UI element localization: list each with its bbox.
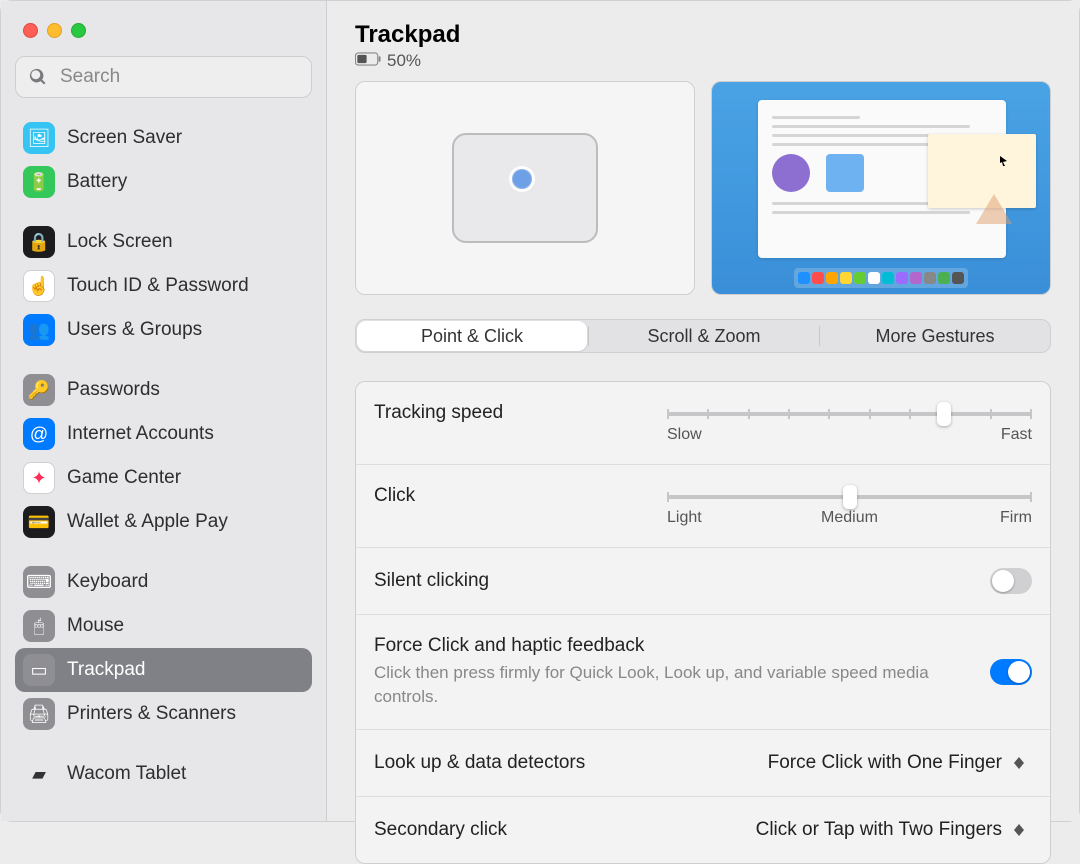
main-content: Trackpad 50% [327, 1, 1079, 821]
sidebar: 🖼 Screen Saver 🔋 Battery 🔒 Lock Screen ☝ Touch … [1, 1, 327, 821]
battery-status: 50% [355, 51, 1079, 71]
silent-clicking-toggle[interactable] [990, 568, 1032, 594]
close-window-button[interactable] [23, 23, 38, 38]
look-up-select[interactable]: Force Click with One Finger [764, 750, 1032, 776]
slider-medium-label: Medium [821, 509, 878, 527]
sidebar-item-label: Mouse [67, 615, 124, 637]
sidebar-item-wallet-apple-pay[interactable]: 💳 Wallet & Apple Pay [15, 500, 312, 544]
sidebar-item-label: Touch ID & Password [67, 275, 249, 297]
force-click-toggle[interactable] [990, 659, 1032, 685]
slider-max-label: Fast [1001, 426, 1032, 444]
sidebar-item-passwords[interactable]: 🔑 Passwords [15, 368, 312, 412]
sidebar-icon: 👥 [23, 314, 55, 346]
sidebar-item-label: Wacom Tablet [67, 763, 186, 785]
click-slider[interactable]: Light Medium Firm [667, 485, 1032, 527]
sidebar-icon: ☝ [23, 270, 55, 302]
sidebar-item-game-center[interactable]: ✦ Game Center [15, 456, 312, 500]
chevron-updown-icon [1010, 820, 1028, 840]
slider-min-label: Slow [667, 426, 702, 444]
sidebar-item-label: Battery [67, 171, 127, 193]
sidebar-icon: 🔑 [23, 374, 55, 406]
row-force-click: Force Click and haptic feedback Click th… [356, 615, 1050, 730]
sidebar-item-label: Game Center [67, 467, 181, 489]
sidebar-item-label: Internet Accounts [67, 423, 214, 445]
row-tracking-speed: Tracking speed Slow Fast [356, 382, 1050, 465]
row-click: Click Light Medium Firm [356, 465, 1050, 548]
sidebar-item-touch-id-password[interactable]: ☝ Touch ID & Password [15, 264, 312, 308]
page-title: Trackpad [355, 21, 1079, 49]
sidebar-nav: 🖼 Screen Saver 🔋 Battery 🔒 Lock Screen ☝ Touch … [1, 110, 326, 790]
sidebar-icon: 🖱 [23, 610, 55, 642]
sidebar-icon: 🔋 [23, 166, 55, 198]
sidebar-item-label: Trackpad [67, 659, 146, 681]
search-icon [29, 68, 47, 86]
sidebar-item-keyboard[interactable]: ⌨ Keyboard [15, 560, 312, 604]
cursor-icon [1000, 156, 1008, 166]
search-field[interactable] [15, 56, 312, 98]
sidebar-icon: 🖨 [23, 698, 55, 730]
click-label: Click [374, 485, 415, 507]
sidebar-item-wacom-tablet[interactable]: ▰ Wacom Tablet [15, 752, 312, 790]
trackpad-outline [452, 133, 598, 243]
sidebar-icon: @ [23, 418, 55, 450]
look-up-value: Force Click with One Finger [768, 752, 1002, 774]
search-input[interactable] [15, 56, 312, 98]
tab-more-gestures[interactable]: More Gestures [820, 320, 1050, 352]
tab-group: Point & ClickScroll & ZoomMore Gestures [355, 319, 1051, 353]
sidebar-item-label: Printers & Scanners [67, 703, 236, 725]
tab-point-click[interactable]: Point & Click [357, 321, 587, 351]
sidebar-item-printers-scanners[interactable]: 🖨 Printers & Scanners [15, 692, 312, 736]
sidebar-icon: 🖼 [23, 122, 55, 154]
sidebar-icon: ⌨ [23, 566, 55, 598]
sidebar-item-lock-screen[interactable]: 🔒 Lock Screen [15, 220, 312, 264]
minimize-window-button[interactable] [47, 23, 62, 38]
tracking-speed-slider[interactable]: Slow Fast [667, 402, 1032, 444]
tracking-speed-label: Tracking speed [374, 402, 503, 424]
sidebar-item-label: Users & Groups [67, 319, 202, 341]
look-up-label: Look up & data detectors [374, 752, 585, 774]
secondary-click-select[interactable]: Click or Tap with Two Fingers [752, 817, 1032, 843]
sidebar-item-label: Passwords [67, 379, 160, 401]
silent-clicking-label: Silent clicking [374, 570, 489, 592]
trackpad-touch-indicator [512, 169, 532, 189]
slider-light-label: Light [667, 509, 702, 527]
slider-firm-label: Firm [1000, 509, 1032, 527]
sidebar-item-users-groups[interactable]: 👥 Users & Groups [15, 308, 312, 352]
sidebar-icon: ▭ [23, 654, 55, 686]
sidebar-item-label: Wallet & Apple Pay [67, 511, 228, 533]
zoom-window-button[interactable] [71, 23, 86, 38]
sidebar-item-screen-saver[interactable]: 🖼 Screen Saver [15, 116, 312, 160]
sidebar-icon: 🔒 [23, 226, 55, 258]
row-secondary-click: Secondary click Click or Tap with Two Fi… [356, 797, 1050, 863]
sidebar-item-internet-accounts[interactable]: @ Internet Accounts [15, 412, 312, 456]
sidebar-item-trackpad[interactable]: ▭ Trackpad [15, 648, 312, 692]
battery-percent: 50% [387, 51, 421, 71]
row-look-up: Look up & data detectors Force Click wit… [356, 730, 1050, 797]
sidebar-item-mouse[interactable]: 🖱 Mouse [15, 604, 312, 648]
options-panel: Tracking speed Slow Fast Click [355, 381, 1051, 864]
sidebar-icon: 💳 [23, 506, 55, 538]
force-click-label: Force Click and haptic feedback [374, 635, 970, 657]
sidebar-item-label: Lock Screen [67, 231, 173, 253]
chevron-updown-icon [1010, 753, 1028, 773]
gesture-animation-preview [711, 81, 1051, 295]
battery-icon [355, 51, 381, 71]
row-silent-clicking: Silent clicking [356, 548, 1050, 615]
sidebar-icon: ✦ [23, 462, 55, 494]
force-click-description: Click then press firmly for Quick Look, … [374, 661, 970, 709]
trackpad-preview [355, 81, 695, 295]
sidebar-icon: ▰ [23, 758, 55, 790]
window-controls [1, 1, 326, 38]
sidebar-item-battery[interactable]: 🔋 Battery [15, 160, 312, 204]
sidebar-item-label: Screen Saver [67, 127, 182, 149]
dock-preview [794, 268, 968, 288]
sidebar-item-label: Keyboard [67, 571, 148, 593]
tab-scroll-zoom[interactable]: Scroll & Zoom [589, 320, 819, 352]
